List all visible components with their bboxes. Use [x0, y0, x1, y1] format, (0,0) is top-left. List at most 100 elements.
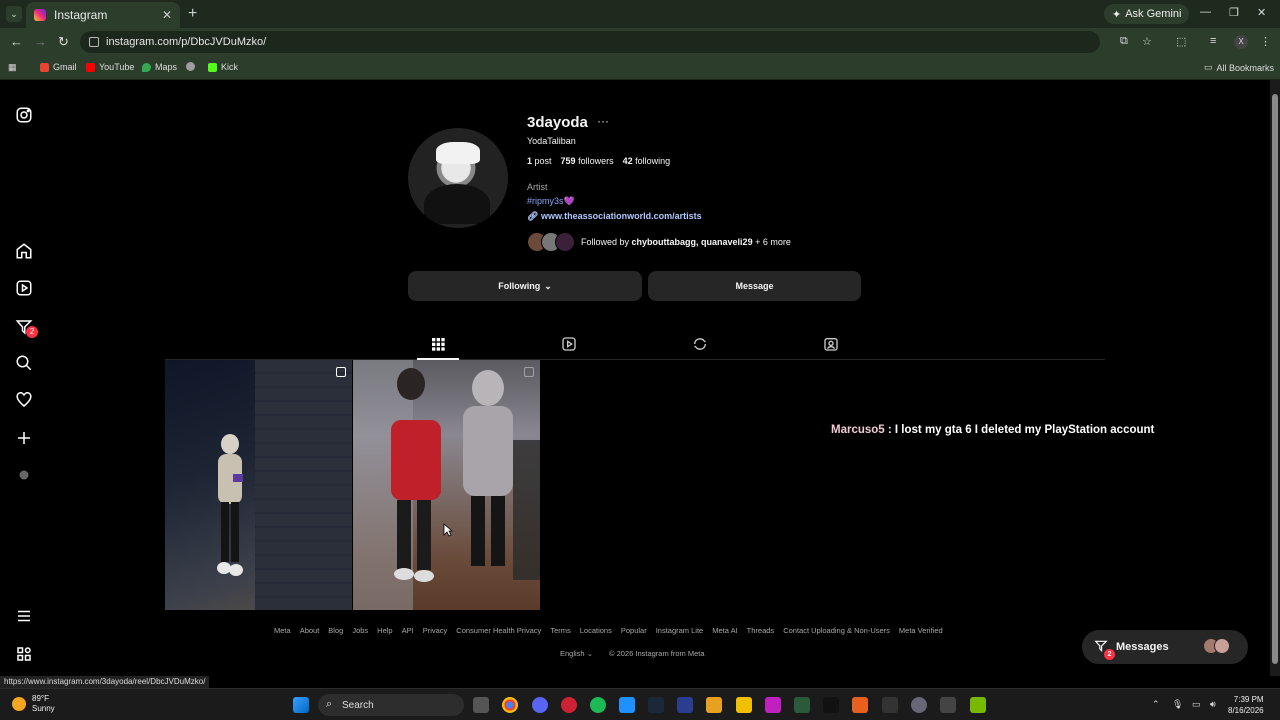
bio-hashtag[interactable]: #ripmy3s💜: [527, 196, 575, 207]
profile-options-icon[interactable]: ···: [597, 114, 609, 128]
more-menu-icon[interactable]: [15, 607, 33, 625]
footer-link[interactable]: Help: [377, 626, 392, 635]
discord-icon[interactable]: [532, 697, 548, 713]
language-select[interactable]: English ⌄: [560, 649, 593, 658]
install-app-icon[interactable]: ⧉: [1120, 35, 1128, 48]
minimize-icon[interactable]: —: [1200, 6, 1211, 18]
settings-icon[interactable]: [911, 697, 927, 713]
file-explorer-icon[interactable]: [736, 697, 752, 713]
post-thumbnail-1[interactable]: [165, 360, 352, 610]
footer-link[interactable]: About: [300, 626, 320, 635]
copyright: © 2026 Instagram from Meta: [608, 649, 705, 658]
extensions-icon[interactable]: ⬚: [1176, 35, 1186, 48]
posts-grid-tab-icon[interactable]: [430, 336, 446, 352]
footer-link[interactable]: Terms: [550, 626, 570, 635]
tab-close-icon[interactable]: ✕: [162, 8, 172, 22]
back-icon[interactable]: ←: [10, 34, 23, 49]
tagged-tab-icon[interactable]: [823, 336, 839, 352]
close-window-icon[interactable]: ✕: [1257, 6, 1266, 19]
tab-instagram[interactable]: Instagram ✕: [26, 2, 180, 28]
post-thumbnail-2[interactable]: [353, 360, 540, 610]
forward-icon[interactable]: →: [34, 34, 47, 49]
bookmark-kick[interactable]: Kick: [208, 62, 238, 72]
media-control-icon[interactable]: ≡: [1210, 35, 1216, 47]
profile-link[interactable]: 🔗︎ www.theassociationworld.com/artists: [527, 211, 702, 222]
reels-tab-icon[interactable]: [561, 336, 577, 352]
instagram-logo-icon[interactable]: [15, 106, 33, 124]
app-icon[interactable]: [765, 697, 781, 713]
bookmark-star-icon[interactable]: ☆: [1142, 35, 1152, 48]
steam-icon[interactable]: [648, 697, 664, 713]
footer-link[interactable]: Instagram Lite: [656, 626, 704, 635]
winrar-icon[interactable]: [706, 697, 722, 713]
footer-link[interactable]: Privacy: [423, 626, 448, 635]
bookmark-youtube[interactable]: YouTube: [86, 62, 134, 72]
bookmark-gmail[interactable]: Gmail: [40, 62, 77, 72]
apps-grid-icon[interactable]: ▦: [8, 62, 17, 73]
followed-by[interactable]: Followed by chybouttabagg, quanaveli29 +…: [527, 231, 791, 253]
new-tab-icon[interactable]: +: [188, 5, 197, 23]
profile-avatar-icon[interactable]: [15, 466, 33, 484]
reels-icon[interactable]: [15, 279, 33, 297]
reposts-tab-icon[interactable]: [692, 336, 708, 352]
post-image-figure: [217, 434, 243, 576]
following-button[interactable]: Following ⌄: [408, 271, 642, 301]
footer-link[interactable]: Jobs: [352, 626, 368, 635]
footer-link[interactable]: Consumer Health Privacy: [456, 626, 541, 635]
tray-chevron-icon[interactable]: ⌃: [1152, 699, 1160, 710]
spotify-icon[interactable]: [590, 697, 606, 713]
footer-link[interactable]: API: [402, 626, 414, 635]
following-stat[interactable]: 42 following: [623, 156, 671, 166]
ask-gemini-button[interactable]: ✦ Ask Gemini: [1104, 4, 1190, 24]
browser-profile-avatar[interactable]: X: [1234, 35, 1248, 49]
site-info-icon[interactable]: [89, 37, 99, 47]
obs-icon[interactable]: [561, 697, 577, 713]
photos-icon[interactable]: [619, 697, 635, 713]
chrome-menu-icon[interactable]: ⋮: [1260, 35, 1271, 48]
home-icon[interactable]: [15, 242, 33, 260]
bookmark-globe[interactable]: [186, 62, 195, 71]
also-from-meta-icon[interactable]: [15, 645, 33, 663]
windows-start-icon[interactable]: [293, 697, 309, 713]
footer-link[interactable]: Meta AI: [712, 626, 737, 635]
search-icon[interactable]: [15, 354, 33, 372]
taskbar-search[interactable]: ⌕ Search: [318, 694, 464, 716]
network-icon[interactable]: ▭: [1192, 699, 1201, 710]
footer-link[interactable]: Meta Verified: [899, 626, 943, 635]
carousel-icon: [336, 367, 346, 377]
followers-stat[interactable]: 759 followers: [561, 156, 614, 166]
page-scrollbar[interactable]: [1270, 80, 1280, 676]
reload-icon[interactable]: ↻: [58, 34, 69, 50]
instagram-page: 2 3dayoda ··· YodaTaliban 1 post 759 fol…: [0, 80, 1270, 676]
footer-link[interactable]: Locations: [580, 626, 612, 635]
app-icon[interactable]: [940, 697, 956, 713]
footer-link[interactable]: Contact Uploading & Non-Users: [783, 626, 890, 635]
weather-widget[interactable]: 89°F Sunny: [12, 694, 55, 714]
app-icon[interactable]: [882, 697, 898, 713]
profile-avatar[interactable]: [408, 128, 508, 228]
restore-icon[interactable]: ❐: [1229, 6, 1239, 19]
all-bookmarks[interactable]: ▭ All Bookmarks: [1204, 62, 1274, 73]
app-icon[interactable]: [823, 697, 839, 713]
tab-search-icon[interactable]: ⌄: [6, 6, 22, 22]
footer-link[interactable]: Blog: [328, 626, 343, 635]
footer-link[interactable]: Popular: [621, 626, 647, 635]
fl-studio-icon[interactable]: [852, 697, 868, 713]
volume-icon[interactable]: 🔊︎: [1210, 699, 1216, 710]
microphone-icon[interactable]: 🎙︎: [1172, 699, 1183, 710]
app-icon[interactable]: [677, 697, 693, 713]
footer-link[interactable]: Meta: [274, 626, 291, 635]
notifications-heart-icon[interactable]: [15, 391, 33, 409]
excel-icon[interactable]: [794, 697, 810, 713]
messages-button[interactable]: 2 Messages: [1082, 630, 1248, 664]
create-plus-icon[interactable]: [15, 429, 33, 447]
task-view-icon[interactable]: [473, 697, 489, 713]
scrollbar-thumb[interactable]: [1272, 94, 1278, 664]
message-button[interactable]: Message: [648, 271, 861, 301]
nvidia-icon[interactable]: [970, 697, 986, 713]
system-clock[interactable]: 7:39 PM 8/16/2026: [1228, 694, 1264, 716]
bookmark-maps[interactable]: Maps: [142, 62, 177, 72]
chrome-icon[interactable]: [502, 697, 518, 713]
footer-link[interactable]: Threads: [747, 626, 775, 635]
url-bar[interactable]: instagram.com/p/DbcJVDuMzko/: [80, 31, 1100, 53]
